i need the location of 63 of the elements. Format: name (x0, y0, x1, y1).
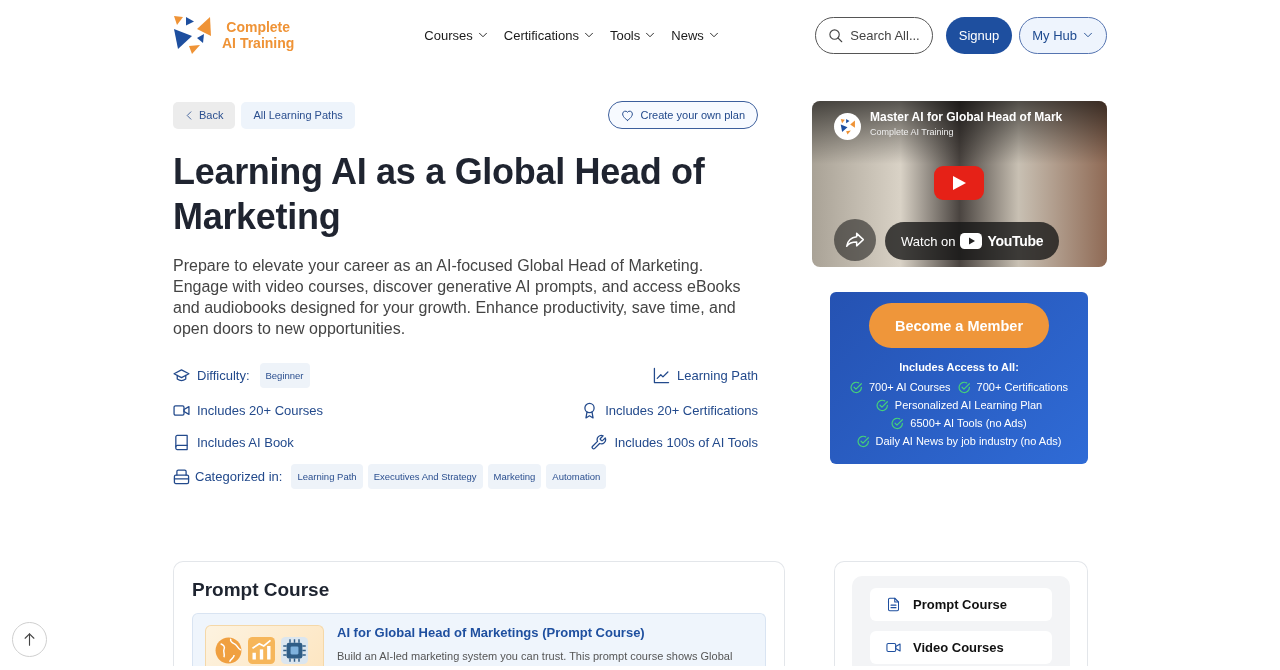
share-button[interactable] (834, 219, 876, 261)
category-tag[interactable]: Automation (546, 464, 607, 489)
section-nav-link[interactable]: Video Courses (870, 631, 1052, 664)
archive-box-icon (173, 468, 190, 485)
category-label: Categorized in: (195, 469, 283, 484)
nav-dropdown[interactable]: News (671, 25, 720, 45)
graduation-cap-icon (173, 367, 190, 384)
play-button[interactable] (934, 166, 984, 200)
path-type-text: Learning Path (677, 368, 758, 383)
nav-dropdown[interactable]: Certifications (503, 25, 595, 45)
book-icon (173, 433, 190, 451)
line-chart-icon (653, 367, 671, 384)
youtube-logo-icon (960, 233, 983, 249)
channel-logo-icon (834, 113, 861, 140)
category-tag[interactable]: Executives And Strategy (367, 464, 483, 489)
all-learning-paths-link[interactable]: All Learning Paths (241, 101, 355, 129)
section-nav-link[interactable]: Prompt Course (870, 588, 1052, 621)
includes-text: Includes AI Book (197, 434, 294, 450)
check-circle-icon (849, 380, 863, 394)
feature-text: Daily AI News by job industry (no Ads) (875, 434, 1062, 449)
feature-text: 700+ AI Courses (868, 380, 951, 395)
course-description: Build an AI-led marketing system you can trust. This prompt course shows Global (337, 649, 733, 664)
nav-dropdown[interactable]: Tools (609, 25, 657, 45)
video-title: Master AI for Global Head of Mark (870, 110, 1063, 125)
category-tag[interactable]: Marketing (487, 464, 542, 489)
my-hub-button[interactable]: My Hub (1019, 16, 1107, 54)
bar-chart-icon (248, 637, 275, 664)
difficulty-tag: Beginner (259, 363, 310, 388)
page-title: Learning AI as a Global Head of Marketing (173, 150, 706, 239)
check-circle-icon (891, 416, 905, 430)
heart-icon (621, 108, 635, 122)
feature-text: Personalized AI Learning Plan (894, 398, 1043, 413)
feature-text: 6500+ AI Tools (no Ads) (910, 416, 1027, 431)
section-heading: Prompt Course (192, 578, 331, 602)
play-icon (951, 175, 967, 191)
page-description: Prepare to elevate your career as an AI-focused Global Head of Marketing. Engage with video courses, discover generative AI prompts, and access eBooks and audiobooks designed for your growth. Enhance productivity, save time, and open doors to new opportunities. (173, 256, 742, 339)
nav-dropdown[interactable]: Courses (424, 25, 489, 45)
includes-text: Includes 20+ Courses (197, 402, 324, 418)
check-circle-icon (856, 434, 870, 448)
create-plan-button[interactable]: Create your own plan (608, 101, 758, 129)
includes-text: Includes 100s of AI Tools (614, 434, 758, 450)
watch-on-youtube-link[interactable]: Watch on YouTube (885, 222, 1060, 260)
arrow-up-icon (22, 632, 37, 647)
share-icon (845, 230, 865, 250)
access-heading: Includes Access to All: (899, 360, 1019, 375)
search-icon (828, 27, 844, 43)
category-tag[interactable]: Learning Path (291, 464, 363, 489)
check-circle-icon (957, 380, 971, 394)
feature-text: 700+ Certifications (976, 380, 1069, 395)
chip-icon (281, 637, 308, 664)
difficulty-label: Difficulty: (197, 368, 250, 383)
course-title-link[interactable]: AI for Global Head of Marketings (Prompt Course) (337, 625, 733, 641)
document-icon (886, 597, 901, 612)
channel-name: Complete AI Training (870, 126, 954, 138)
includes-text: Includes 20+ Certifications (605, 402, 758, 418)
video-camera-icon (886, 640, 901, 655)
check-circle-icon (875, 398, 889, 412)
wrench-icon (590, 433, 608, 451)
logo-icon (173, 15, 213, 55)
signup-button[interactable]: Signup (945, 16, 1013, 54)
globe-icon (215, 637, 242, 664)
back-button[interactable]: Back (173, 101, 236, 129)
scroll-to-top-button[interactable] (12, 622, 47, 657)
